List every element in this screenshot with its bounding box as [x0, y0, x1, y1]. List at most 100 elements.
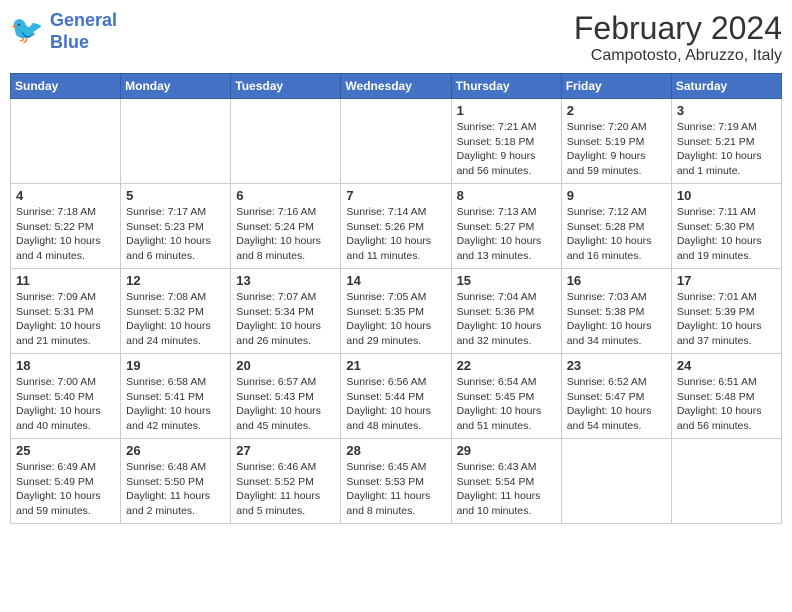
day-number: 1 [457, 103, 556, 118]
day-number: 17 [677, 273, 776, 288]
calendar-cell: 14Sunrise: 7:05 AMSunset: 5:35 PMDayligh… [341, 269, 451, 354]
calendar-cell: 9 Sunrise: 7:12 AMSunset: 5:28 PMDaylight… [561, 184, 671, 269]
day-info: Sunrise: 6:52 AMSunset: 5:47 PMDaylight:… [567, 375, 666, 434]
day-info: Sunrise: 7:12 AMSunset: 5:28 PMDaylight:… [567, 205, 666, 264]
calendar-cell: 26Sunrise: 6:48 AMSunset: 5:50 PMDayligh… [121, 439, 231, 524]
calendar-cell: 27 Sunrise: 6:46 AMSunset: 5:52 PMDayligh… [231, 439, 341, 524]
calendar-cell: 16Sunrise: 7:03 AMSunset: 5:38 PMDayligh… [561, 269, 671, 354]
weekday-header-monday: Monday [121, 74, 231, 99]
header: 🐦 General Blue February 2024 Campotosto,… [10, 10, 782, 65]
weekday-header-friday: Friday [561, 74, 671, 99]
day-number: 22 [457, 358, 556, 373]
calendar-cell: 25 Sunrise: 6:49 AMSunset: 5:49 PMDayligh… [11, 439, 121, 524]
calendar-cell: 6 Sunrise: 7:16 AMSunset: 5:24 PMDaylight… [231, 184, 341, 269]
calendar-cell [341, 99, 451, 184]
day-info: Sunrise: 7:16 AMSunset: 5:24 PMDaylight:… [236, 205, 335, 264]
calendar-cell: 22 Sunrise: 6:54 AMSunset: 5:45 PMDayligh… [451, 354, 561, 439]
day-number: 21 [346, 358, 445, 373]
weekday-header-sunday: Sunday [11, 74, 121, 99]
calendar-cell: 10 Sunrise: 7:11 AMSunset: 5:30 PMDayligh… [671, 184, 781, 269]
calendar-cell: 7Sunrise: 7:14 AMSunset: 5:26 PMDaylight… [341, 184, 451, 269]
day-info: Sunrise: 7:00 AMSunset: 5:40 PMDaylight:… [16, 375, 115, 434]
logo-text: General Blue [50, 10, 117, 53]
day-info: Sunrise: 6:43 AMSunset: 5:54 PMDaylight:… [457, 460, 556, 519]
week-row-5: 25 Sunrise: 6:49 AMSunset: 5:49 PMDayligh… [11, 439, 782, 524]
day-info: Sunrise: 7:07 AMSunset: 5:34 PMDaylight:… [236, 290, 335, 349]
calendar-cell: 4 Sunrise: 7:18 AMSunset: 5:22 PMDaylight… [11, 184, 121, 269]
calendar-cell: 29 Sunrise: 6:43 AMSunset: 5:54 PMDayligh… [451, 439, 561, 524]
calendar-cell [671, 439, 781, 524]
day-info: Sunrise: 6:58 AMSunset: 5:41 PMDaylight:… [126, 375, 225, 434]
day-number: 5 [126, 188, 225, 203]
calendar-cell: 5 Sunrise: 7:17 AMSunset: 5:23 PMDaylight… [121, 184, 231, 269]
logo-general: General [50, 10, 117, 30]
calendar-cell: 18 Sunrise: 7:00 AMSunset: 5:40 PMDayligh… [11, 354, 121, 439]
week-row-3: 11 Sunrise: 7:09 AMSunset: 5:31 PMDayligh… [11, 269, 782, 354]
day-info: Sunrise: 6:56 AMSunset: 5:44 PMDaylight:… [346, 375, 445, 434]
week-row-2: 4 Sunrise: 7:18 AMSunset: 5:22 PMDaylight… [11, 184, 782, 269]
day-info: Sunrise: 7:14 AMSunset: 5:26 PMDaylight:… [346, 205, 445, 264]
calendar-cell: 24Sunrise: 6:51 AMSunset: 5:48 PMDayligh… [671, 354, 781, 439]
day-info: Sunrise: 7:09 AMSunset: 5:31 PMDaylight:… [16, 290, 115, 349]
day-info: Sunrise: 6:45 AMSunset: 5:53 PMDaylight:… [346, 460, 445, 519]
calendar-cell: 28 Sunrise: 6:45 AMSunset: 5:53 PMDayligh… [341, 439, 451, 524]
logo: 🐦 General Blue [10, 10, 117, 53]
day-number: 27 [236, 443, 335, 458]
weekday-header-row: SundayMondayTuesdayWednesdayThursdayFrid… [11, 74, 782, 99]
day-info: Sunrise: 7:05 AMSunset: 5:35 PMDaylight:… [346, 290, 445, 349]
day-number: 19 [126, 358, 225, 373]
calendar-cell: 13 Sunrise: 7:07 AMSunset: 5:34 PMDayligh… [231, 269, 341, 354]
day-info: Sunrise: 6:57 AMSunset: 5:43 PMDaylight:… [236, 375, 335, 434]
day-number: 4 [16, 188, 115, 203]
day-number: 6 [236, 188, 335, 203]
day-number: 12 [126, 273, 225, 288]
day-info: Sunrise: 7:13 AMSunset: 5:27 PMDaylight:… [457, 205, 556, 264]
day-number: 26 [126, 443, 225, 458]
svg-text:🐦: 🐦 [10, 15, 44, 45]
weekday-header-saturday: Saturday [671, 74, 781, 99]
day-number: 9 [567, 188, 666, 203]
day-number: 13 [236, 273, 335, 288]
day-number: 29 [457, 443, 556, 458]
calendar-table: SundayMondayTuesdayWednesdayThursdayFrid… [10, 73, 782, 524]
day-info: Sunrise: 6:54 AMSunset: 5:45 PMDaylight:… [457, 375, 556, 434]
day-info: Sunrise: 6:49 AMSunset: 5:49 PMDaylight:… [16, 460, 115, 519]
day-number: 2 [567, 103, 666, 118]
calendar-cell: 1 Sunrise: 7:21 AMSunset: 5:18 PMDaylight… [451, 99, 561, 184]
day-info: Sunrise: 7:17 AMSunset: 5:23 PMDaylight:… [126, 205, 225, 264]
day-number: 28 [346, 443, 445, 458]
calendar-cell [561, 439, 671, 524]
day-info: Sunrise: 7:04 AMSunset: 5:36 PMDaylight:… [457, 290, 556, 349]
day-number: 11 [16, 273, 115, 288]
location-title: Campotosto, Abruzzo, Italy [574, 47, 782, 65]
day-number: 8 [457, 188, 556, 203]
logo-icon: 🐦 [10, 14, 46, 50]
day-info: Sunrise: 7:21 AMSunset: 5:18 PMDaylight:… [457, 120, 556, 179]
calendar-cell: 3 Sunrise: 7:19 AMSunset: 5:21 PMDaylight… [671, 99, 781, 184]
calendar-cell [231, 99, 341, 184]
day-number: 3 [677, 103, 776, 118]
day-info: Sunrise: 7:18 AMSunset: 5:22 PMDaylight:… [16, 205, 115, 264]
day-info: Sunrise: 7:01 AMSunset: 5:39 PMDaylight:… [677, 290, 776, 349]
day-info: Sunrise: 6:46 AMSunset: 5:52 PMDaylight:… [236, 460, 335, 519]
calendar-cell: 8 Sunrise: 7:13 AMSunset: 5:27 PMDaylight… [451, 184, 561, 269]
calendar-cell: 12Sunrise: 7:08 AMSunset: 5:32 PMDayligh… [121, 269, 231, 354]
day-info: Sunrise: 7:03 AMSunset: 5:38 PMDaylight:… [567, 290, 666, 349]
calendar-cell: 15Sunrise: 7:04 AMSunset: 5:36 PMDayligh… [451, 269, 561, 354]
day-number: 18 [16, 358, 115, 373]
logo-blue: Blue [50, 32, 117, 54]
day-info: Sunrise: 7:11 AMSunset: 5:30 PMDaylight:… [677, 205, 776, 264]
day-info: Sunrise: 7:19 AMSunset: 5:21 PMDaylight:… [677, 120, 776, 179]
day-number: 24 [677, 358, 776, 373]
calendar-cell [11, 99, 121, 184]
day-number: 10 [677, 188, 776, 203]
weekday-header-wednesday: Wednesday [341, 74, 451, 99]
calendar-cell: 20 Sunrise: 6:57 AMSunset: 5:43 PMDayligh… [231, 354, 341, 439]
weekday-header-thursday: Thursday [451, 74, 561, 99]
title-area: February 2024 Campotosto, Abruzzo, Italy [574, 10, 782, 65]
day-number: 25 [16, 443, 115, 458]
calendar-cell: 11 Sunrise: 7:09 AMSunset: 5:31 PMDayligh… [11, 269, 121, 354]
day-number: 20 [236, 358, 335, 373]
calendar-cell [121, 99, 231, 184]
calendar-cell: 19 Sunrise: 6:58 AMSunset: 5:41 PMDayligh… [121, 354, 231, 439]
